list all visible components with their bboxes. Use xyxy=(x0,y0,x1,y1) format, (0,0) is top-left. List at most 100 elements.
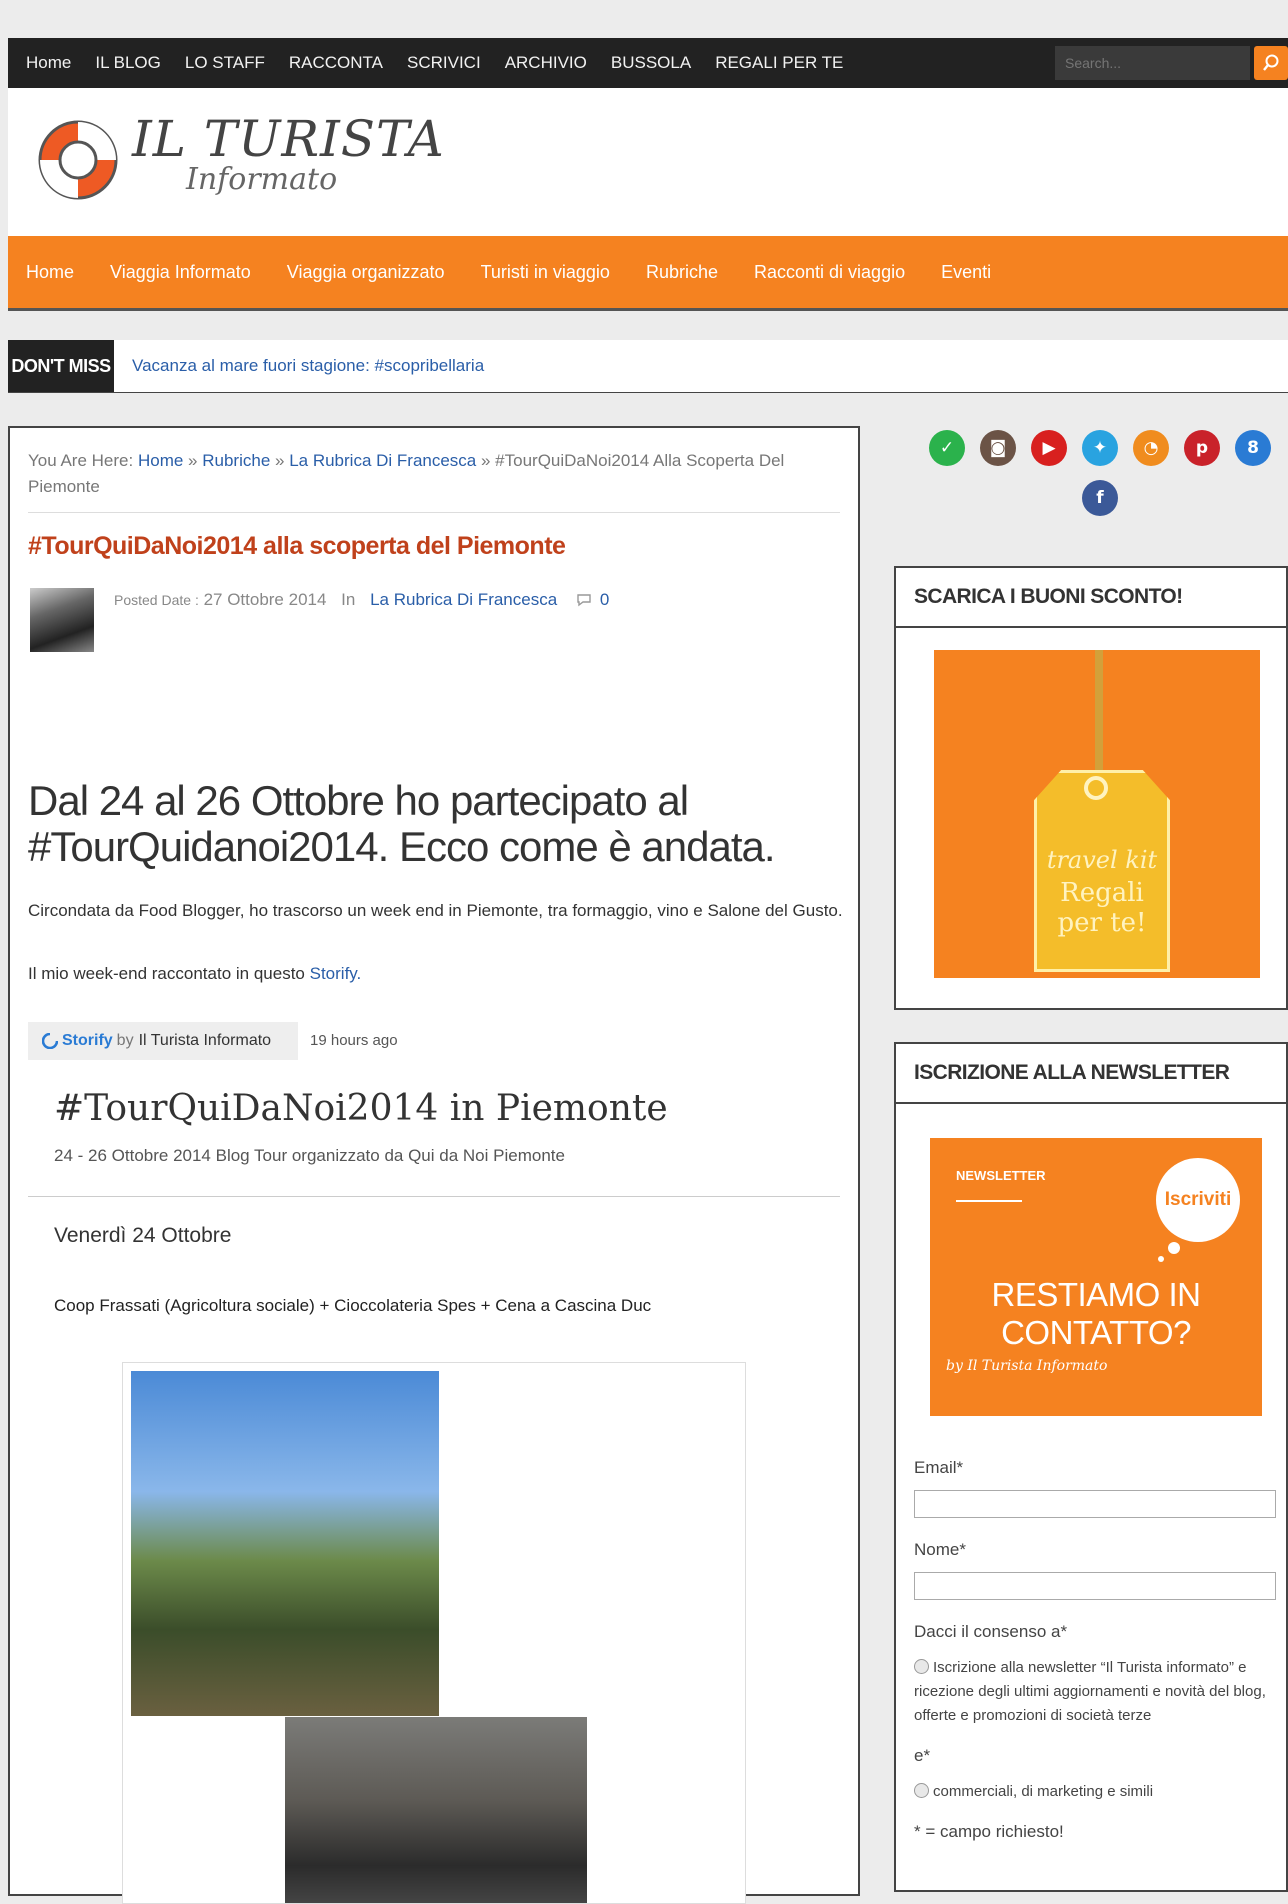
top-menu-scrivici[interactable]: SCRIVICI xyxy=(407,53,481,73)
storify-author-link[interactable]: Il Turista Informato xyxy=(139,1032,272,1050)
article-heading: Dal 24 al 26 Ottobre ho partecipato al #… xyxy=(28,777,776,870)
storify-time: 19 hours ago xyxy=(310,1032,398,1049)
tag-string xyxy=(1095,650,1103,782)
author-avatar[interactable] xyxy=(30,588,94,652)
dont-miss-ticker: DON'T MISS Vacanza al mare fuori stagion… xyxy=(8,340,1288,393)
group-photo-outdoor[interactable] xyxy=(131,1371,439,1716)
pinterest-icon[interactable]: p xyxy=(1184,430,1220,466)
divider xyxy=(28,512,840,513)
divider xyxy=(28,1196,840,1197)
storify-link[interactable]: Storify. xyxy=(310,964,362,983)
search-button[interactable] xyxy=(1254,46,1288,80)
breadcrumb-rubrica[interactable]: La Rubrica Di Francesca xyxy=(289,451,476,470)
nav-eventi[interactable]: Eventi xyxy=(941,262,991,283)
top-menu-lo-staff[interactable]: LO STAFF xyxy=(185,53,265,73)
top-navigation-bar: Home IL BLOG LO STAFF RACCONTA SCRIVICI … xyxy=(8,38,1288,88)
instagram-icon[interactable]: ◙ xyxy=(980,430,1016,466)
in-label: In xyxy=(341,590,356,609)
gift-tag-line2: Regali per te! xyxy=(1057,878,1147,938)
dont-miss-headline-link[interactable]: Vacanza al mare fuori stagione: #scoprib… xyxy=(132,356,484,376)
discount-widget: SCARICA I BUONI SCONTO! travel kit Regal… xyxy=(894,566,1288,1010)
nome-field[interactable] xyxy=(914,1572,1276,1600)
subscribe-bubble[interactable]: Iscriviti xyxy=(1156,1158,1240,1242)
gift-banner[interactable]: travel kit Regali per te! xyxy=(934,650,1260,978)
newsletter-banner-byline: by Il Turista Informato xyxy=(946,1358,1108,1374)
breadcrumb-prefix: You Are Here: xyxy=(28,451,134,470)
social-icons: ✓ ◙ ▶ ✦ ◔ p 8 f xyxy=(920,430,1280,516)
breadcrumb-home[interactable]: Home xyxy=(138,451,183,470)
top-menu-bussola[interactable]: BUSSOLA xyxy=(611,53,691,73)
nav-viaggia-organizzato[interactable]: Viaggia organizzato xyxy=(287,262,445,283)
newsletter-banner-headline: RESTIAMO IN CONTATTO? xyxy=(991,1276,1201,1351)
nav-turisti-in-viaggio[interactable]: Turisti in viaggio xyxy=(481,262,610,283)
storify-logo-icon xyxy=(42,1033,58,1049)
article-paragraph-storify: Il mio week-end raccontato in questo Sto… xyxy=(28,964,361,984)
storify-by: by xyxy=(116,1032,134,1049)
nav-rubriche[interactable]: Rubriche xyxy=(646,262,718,283)
email-label: Email* xyxy=(914,1458,964,1477)
divider xyxy=(956,1200,1022,1202)
article-paragraph: Circondata da Food Blogger, ho trascorso… xyxy=(28,901,843,920)
feedly-icon[interactable]: ✓ xyxy=(929,430,965,466)
top-menu-regali-per-te[interactable]: REGALI PER TE xyxy=(715,53,843,73)
gift-tag-line1: travel kit xyxy=(1046,846,1158,874)
story-subtitle: 24 - 26 Ottobre 2014 Blog Tour organizza… xyxy=(54,1146,565,1165)
top-menu-racconta[interactable]: RACCONTA xyxy=(289,53,383,73)
breadcrumb: You Are Here: Home » Rubriche » La Rubri… xyxy=(28,451,785,496)
breadcrumb-rubriche[interactable]: Rubriche xyxy=(202,451,270,470)
top-menu-il-blog[interactable]: IL BLOG xyxy=(95,53,161,73)
email-field[interactable] xyxy=(914,1490,1276,1518)
logo-subtitle: Informato xyxy=(186,162,338,197)
storify-embed-header: Storify by Il Turista Informato xyxy=(28,1022,298,1060)
newsletter-banner[interactable]: NEWSLETTER Iscriviti RESTIAMO IN CONTATT… xyxy=(930,1138,1262,1416)
nav-racconti-di-viaggio[interactable]: Racconti di viaggio xyxy=(754,262,905,283)
newsletter-widget: ISCRIZIONE ALLA NEWSLETTER NEWSLETTER Is… xyxy=(894,1042,1288,1892)
consent-commercial-radio[interactable] xyxy=(914,1783,929,1798)
newsletter-widget-title: ISCRIZIONE ALLA NEWSLETTER xyxy=(896,1044,1286,1104)
comments-link[interactable]: 0 xyxy=(576,590,609,609)
post-meta: Posted Date : 27 Ottobre 2014 In La Rubr… xyxy=(114,590,609,610)
search-icon xyxy=(1263,54,1279,71)
site-header: IL TURISTA Informato xyxy=(8,88,1288,236)
facebook-icon[interactable]: f xyxy=(1082,480,1118,516)
dont-miss-label: DON'T MISS xyxy=(8,340,114,392)
storify-intro-text: Il mio week-end raccontato in questo xyxy=(28,964,305,983)
top-menu-home[interactable]: Home xyxy=(26,53,71,73)
required-note: * = campo richiesto! xyxy=(914,1822,1064,1841)
post-title[interactable]: #TourQuiDaNoi2014 alla scoperta del Piem… xyxy=(28,532,566,561)
consent-commercial-option: commerciali, di marketing e simili xyxy=(914,1780,1284,1804)
lifebuoy-logo-icon[interactable] xyxy=(32,114,124,206)
story-title: #TourQuiDaNoi2014 in Piemonte xyxy=(54,1088,668,1129)
storify-brand-link[interactable]: Storify xyxy=(62,1032,113,1050)
post-category-link[interactable]: La Rubrica Di Francesca xyxy=(370,590,557,609)
nome-label: Nome* xyxy=(914,1540,966,1559)
nav-home[interactable]: Home xyxy=(26,262,74,283)
e-label: e* xyxy=(914,1746,931,1765)
main-navigation: Home Viaggia Informato Viaggia organizza… xyxy=(8,236,1288,311)
posted-date: 27 Ottobre 2014 xyxy=(203,590,327,609)
twitter-icon[interactable]: ✦ xyxy=(1082,430,1118,466)
nav-viaggia-informato[interactable]: Viaggia Informato xyxy=(110,262,251,283)
logo-title[interactable]: IL TURISTA xyxy=(132,110,445,168)
consent-newsletter-radio[interactable] xyxy=(914,1659,929,1674)
top-menu: Home IL BLOG LO STAFF RACCONTA SCRIVICI … xyxy=(8,53,867,73)
top-menu-archivio[interactable]: ARCHIVIO xyxy=(505,53,587,73)
main-content: You Are Here: Home » Rubriche » La Rubri… xyxy=(8,426,860,1904)
rss-icon[interactable]: ◔ xyxy=(1133,430,1169,466)
consent-newsletter-option: Iscrizione alla newsletter “Il Turista i… xyxy=(914,1656,1284,1728)
googleplus-icon[interactable]: 8 xyxy=(1235,430,1271,466)
search-input[interactable] xyxy=(1055,46,1250,80)
story-day-title: Venerdì 24 Ottobre xyxy=(54,1224,232,1247)
bubble-dot xyxy=(1168,1242,1180,1254)
tag-hole xyxy=(1084,776,1108,800)
consent-commercial-text: commerciali, di marketing e simili xyxy=(933,1783,1154,1800)
comments-count: 0 xyxy=(599,590,610,609)
comment-icon xyxy=(577,594,591,607)
youtube-icon[interactable]: ▶ xyxy=(1031,430,1067,466)
group-photo-indoor[interactable] xyxy=(285,1717,587,1903)
discount-widget-title: SCARICA I BUONI SCONTO! xyxy=(896,568,1286,628)
consent-label: Dacci il consenso a* xyxy=(914,1622,1068,1641)
story-day-description: Coop Frassati (Agricoltura sociale) + Ci… xyxy=(54,1296,652,1315)
bubble-dot xyxy=(1158,1256,1164,1262)
newsletter-banner-label: NEWSLETTER xyxy=(956,1168,1046,1183)
